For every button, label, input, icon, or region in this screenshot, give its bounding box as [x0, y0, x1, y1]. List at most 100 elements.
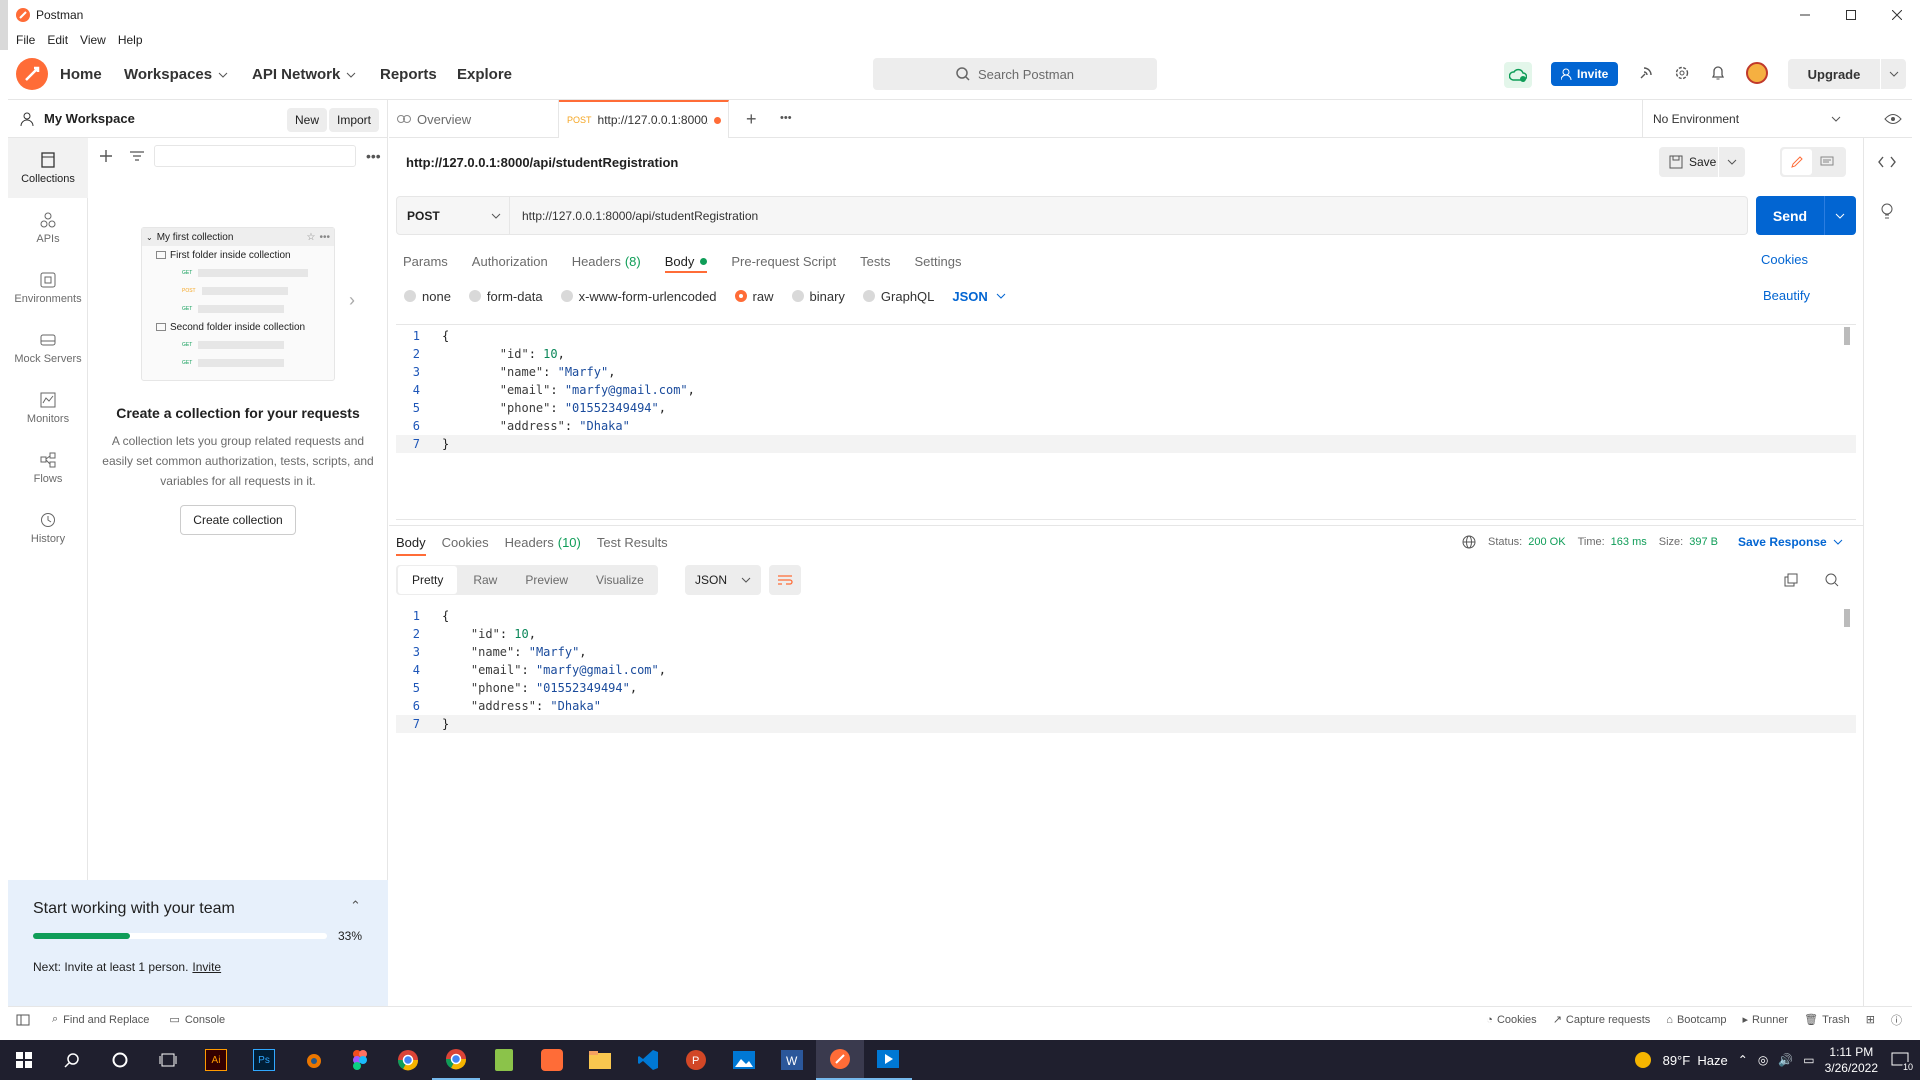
- photoshop-icon[interactable]: Ps: [240, 1040, 288, 1080]
- trash[interactable]: 🗑 Trash: [1804, 1013, 1850, 1027]
- collapse-icon[interactable]: ⌃: [350, 898, 361, 914]
- response-body-viewer[interactable]: 1{2 "id": 10, 3 "name": "Marfy", 4 "email"…: [396, 607, 1856, 1006]
- subtab-params[interactable]: Params: [403, 254, 448, 269]
- runner[interactable]: ▸ Runner: [1742, 1013, 1788, 1027]
- subtab-settings[interactable]: Settings: [914, 254, 961, 269]
- body-type-binary[interactable]: binary: [791, 289, 845, 304]
- url-input[interactable]: http://127.0.0.1:8000/api/studentRegistr…: [510, 196, 1748, 235]
- filter-icon[interactable]: [130, 151, 144, 161]
- menu-view[interactable]: View: [80, 33, 106, 47]
- edit-pencil-icon[interactable]: [1782, 149, 1812, 175]
- collections-search-input[interactable]: [154, 145, 356, 167]
- code-snippet-icon[interactable]: [1878, 156, 1896, 168]
- blender-icon[interactable]: [288, 1040, 336, 1080]
- response-tab-headers[interactable]: Headers (10): [505, 535, 581, 550]
- tab-options-icon[interactable]: •••: [780, 112, 792, 124]
- notepad-icon[interactable]: [480, 1040, 528, 1080]
- console-button[interactable]: ▭ Console: [169, 1013, 225, 1027]
- body-type-form-data[interactable]: form-data: [468, 289, 543, 304]
- clock[interactable]: 1:11 PM 3/26/2022: [1825, 1044, 1878, 1076]
- team-invite-link[interactable]: Invite: [192, 960, 221, 974]
- view-preview[interactable]: Preview: [511, 566, 582, 594]
- menu-edit[interactable]: Edit: [47, 33, 68, 47]
- rail-history[interactable]: History: [8, 498, 88, 558]
- capture-requests[interactable]: ↗ Capture requests: [1553, 1013, 1651, 1027]
- notifications-icon[interactable]: 10: [1888, 1048, 1914, 1072]
- word-icon[interactable]: W: [768, 1040, 816, 1080]
- response-tab-test-results[interactable]: Test Results: [597, 535, 668, 550]
- sync-cloud-icon[interactable]: [1504, 62, 1532, 88]
- vscode-icon[interactable]: [624, 1040, 672, 1080]
- chrome-icon[interactable]: [384, 1040, 432, 1080]
- minimize-icon[interactable]: [1782, 0, 1828, 30]
- cortana-icon[interactable]: [96, 1040, 144, 1080]
- chevron-right-icon[interactable]: ›: [349, 290, 355, 311]
- layout-icon[interactable]: ⊞: [1866, 1013, 1875, 1026]
- camera-icon[interactable]: ◎: [1758, 1053, 1768, 1067]
- response-scrollbar[interactable]: [1844, 609, 1850, 627]
- method-select[interactable]: POST: [396, 196, 510, 235]
- view-pretty[interactable]: Pretty: [398, 566, 458, 594]
- tab-active-request[interactable]: POST http://127.0.0.1:8000/a: [559, 100, 729, 138]
- rail-environments[interactable]: Environments: [8, 258, 88, 318]
- postman-home-icon[interactable]: [16, 58, 48, 90]
- notifications-bell-icon[interactable]: [1710, 65, 1726, 81]
- network-icon[interactable]: ▭: [1803, 1053, 1814, 1067]
- lightbulb-icon[interactable]: [1879, 202, 1895, 220]
- copy-icon[interactable]: [1784, 573, 1798, 587]
- maximize-icon[interactable]: [1828, 0, 1874, 30]
- bootcamp[interactable]: ⌂ Bootcamp: [1666, 1014, 1726, 1026]
- menu-help[interactable]: Help: [118, 33, 143, 47]
- windows-start-icon[interactable]: [0, 1040, 48, 1080]
- search-input[interactable]: Search Postman: [873, 58, 1157, 90]
- speaker-icon[interactable]: 🔊: [1778, 1053, 1793, 1067]
- weather-text[interactable]: 89°F Haze: [1663, 1053, 1728, 1068]
- view-raw[interactable]: Raw: [459, 566, 511, 594]
- nav-reports[interactable]: Reports: [380, 66, 437, 83]
- subtab-pre-request-script[interactable]: Pre-request Script: [731, 254, 836, 269]
- upgrade-button[interactable]: Upgrade: [1788, 59, 1906, 89]
- tab-overview[interactable]: Overview: [389, 100, 559, 138]
- rail-monitors[interactable]: Monitors: [8, 378, 88, 438]
- powerpoint-icon[interactable]: P: [672, 1040, 720, 1080]
- figma-icon[interactable]: [336, 1040, 384, 1080]
- subtab-body[interactable]: Body: [664, 254, 708, 273]
- illustrator-icon[interactable]: Ai: [192, 1040, 240, 1080]
- body-type-raw[interactable]: raw: [734, 289, 774, 304]
- find-replace-button[interactable]: ⌕ Find and Replace: [52, 1013, 149, 1026]
- beautify-link[interactable]: Beautify: [1763, 288, 1810, 303]
- invite-button[interactable]: Invite: [1551, 62, 1619, 86]
- task-view-icon[interactable]: [144, 1040, 192, 1080]
- search-icon[interactable]: [48, 1040, 96, 1080]
- request-body-editor[interactable]: 1{2 "id": 10, 3 "name": "Marfy", 4 "email"…: [396, 324, 1856, 520]
- nav-explore[interactable]: Explore: [457, 66, 512, 83]
- save-button[interactable]: Save: [1659, 147, 1745, 177]
- search-response-icon[interactable]: [1825, 573, 1839, 587]
- nav-home[interactable]: Home: [60, 66, 102, 83]
- send-button[interactable]: Send: [1756, 196, 1856, 235]
- menu-file[interactable]: File: [16, 33, 35, 47]
- wrap-lines-icon[interactable]: [769, 565, 801, 595]
- help-icon[interactable]: ⓘ: [1891, 1012, 1902, 1028]
- body-type-graphql[interactable]: GraphQL: [862, 289, 934, 304]
- satellite-icon[interactable]: [1638, 65, 1654, 81]
- environment-select[interactable]: No Environment: [1642, 100, 1853, 138]
- file-explorer-icon[interactable]: [576, 1040, 624, 1080]
- response-format-select[interactable]: JSON: [685, 565, 761, 595]
- environment-quick-look-icon[interactable]: [1881, 112, 1905, 126]
- view-visualize[interactable]: Visualize: [582, 566, 658, 594]
- subtab-tests[interactable]: Tests: [860, 254, 890, 269]
- subtab-authorization[interactable]: Authorization: [472, 254, 548, 269]
- new-button[interactable]: New: [287, 108, 328, 132]
- settings-gear-icon[interactable]: [1674, 65, 1690, 81]
- body-type-none[interactable]: none: [404, 289, 451, 304]
- rail-mock-servers[interactable]: Mock Servers: [8, 318, 88, 378]
- media-player-icon[interactable]: [864, 1040, 912, 1080]
- add-icon[interactable]: [100, 150, 112, 162]
- photos-icon[interactable]: [720, 1040, 768, 1080]
- toggle-sidebar-icon[interactable]: [16, 1014, 30, 1026]
- avatar[interactable]: [1746, 62, 1768, 84]
- cookies-link[interactable]: Cookies: [1761, 252, 1808, 267]
- app-icon[interactable]: [528, 1040, 576, 1080]
- tray-chevron-up-icon[interactable]: ⌃: [1738, 1053, 1748, 1067]
